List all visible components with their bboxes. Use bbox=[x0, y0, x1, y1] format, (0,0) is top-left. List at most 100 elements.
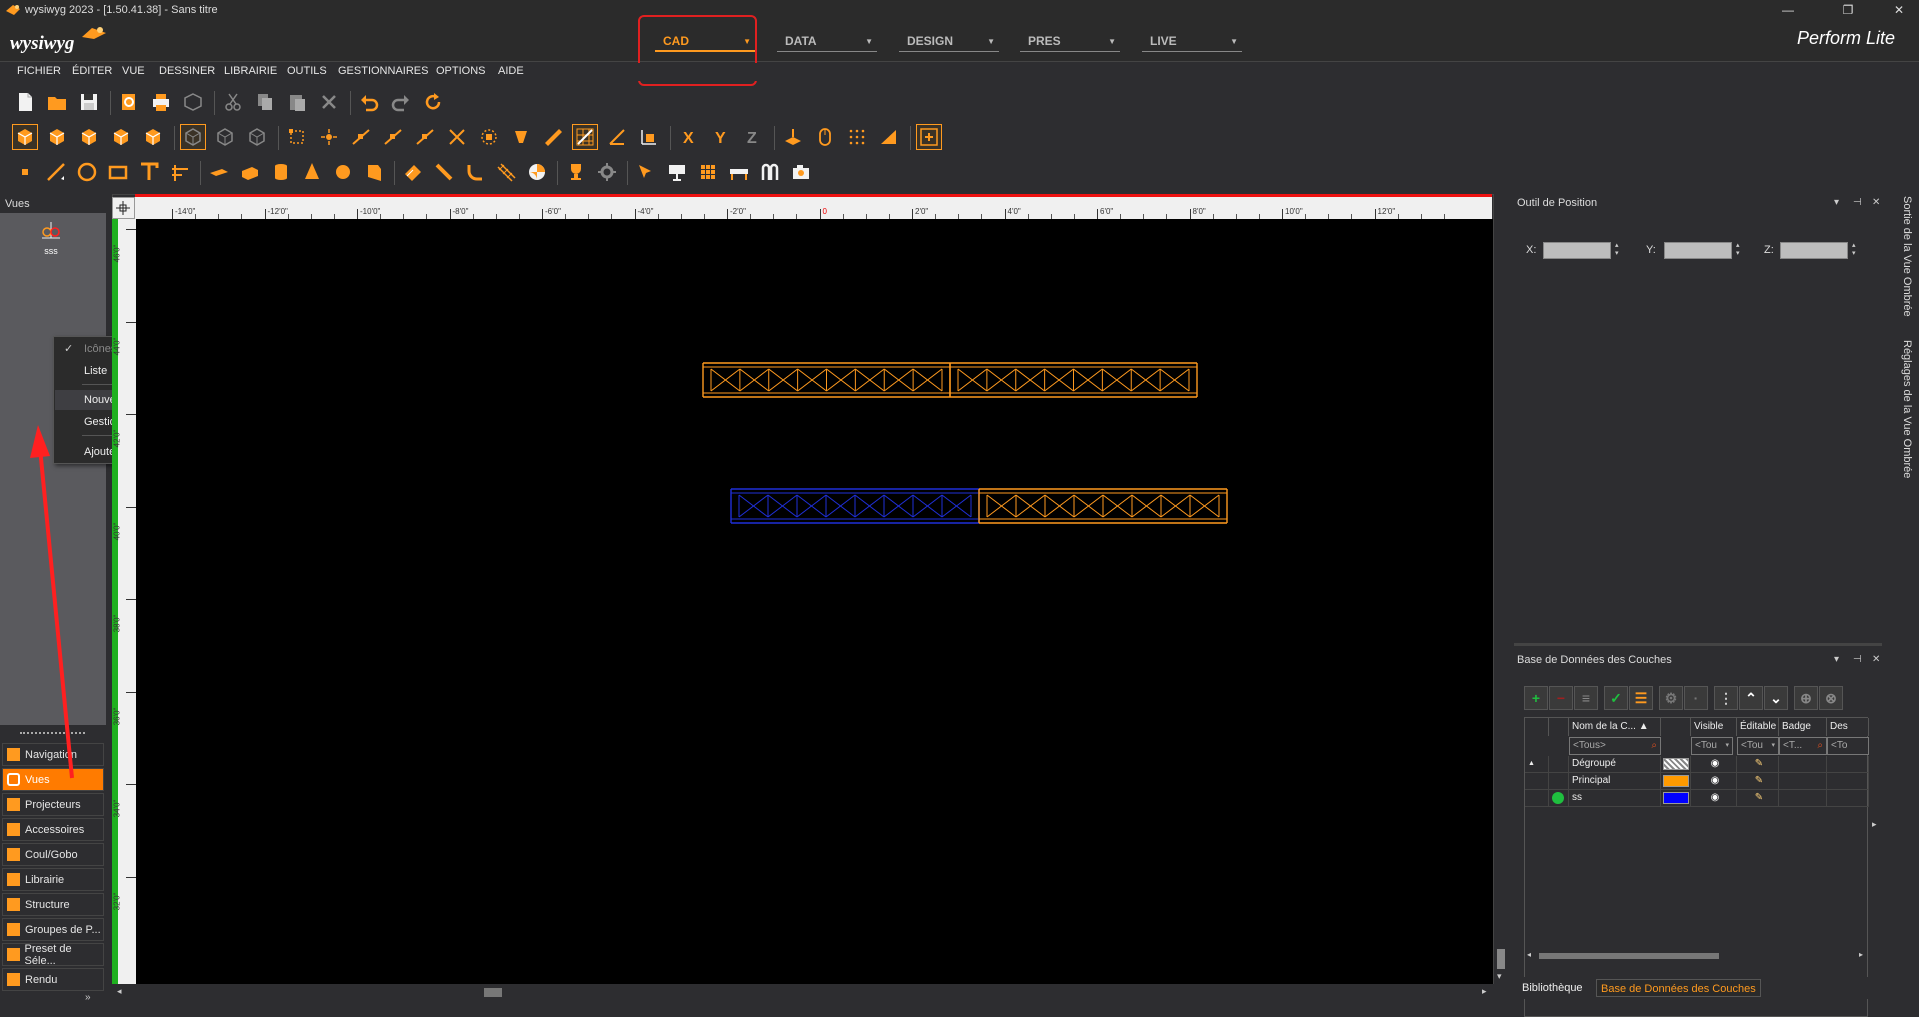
panel-expand-icon[interactable]: ▸ bbox=[1872, 819, 1877, 830]
layer-badge-cell[interactable] bbox=[1779, 773, 1827, 790]
trophy-button[interactable] bbox=[563, 159, 589, 185]
set-current-button[interactable]: ✓ bbox=[1604, 686, 1628, 710]
vscroll-thumb[interactable] bbox=[1497, 949, 1505, 969]
menu-aide[interactable]: AIDE bbox=[498, 65, 524, 77]
current-layer-cell[interactable] bbox=[1549, 756, 1569, 773]
expand-icon[interactable] bbox=[1525, 773, 1549, 790]
snap-corner-button[interactable] bbox=[284, 124, 310, 150]
panel-menu-icon[interactable]: ▾ bbox=[1834, 654, 1839, 665]
nav-accessories[interactable]: Accessoires bbox=[2, 818, 104, 841]
save-button[interactable] bbox=[76, 89, 102, 115]
eraser-button[interactable] bbox=[400, 159, 426, 185]
paste-button[interactable] bbox=[284, 89, 310, 115]
y-input[interactable] bbox=[1664, 242, 1732, 259]
menu-librairie[interactable]: LIBRAIRIE bbox=[224, 65, 277, 77]
rectangle-button[interactable] bbox=[105, 159, 131, 185]
layers-hscroll-thumb[interactable] bbox=[1539, 953, 1719, 959]
filter-name[interactable]: <Tous> ⌕ bbox=[1569, 737, 1661, 755]
truss-button[interactable] bbox=[493, 159, 519, 185]
camera-button[interactable] bbox=[788, 159, 814, 185]
nav-structure[interactable]: Structure bbox=[2, 893, 104, 916]
panel-splitter[interactable] bbox=[1514, 643, 1882, 646]
split-button[interactable]: ⊗ bbox=[1819, 686, 1843, 710]
sphere-button[interactable] bbox=[330, 159, 356, 185]
merge-button[interactable]: ⊕ bbox=[1794, 686, 1818, 710]
x-spinner-icon[interactable]: ▴ ▾ bbox=[1615, 242, 1619, 258]
layer-description-cell[interactable] bbox=[1827, 773, 1869, 790]
current-layer-cell[interactable] bbox=[1549, 773, 1569, 790]
mouse-button[interactable] bbox=[812, 124, 838, 150]
view-cube-side-button[interactable] bbox=[76, 124, 102, 150]
elevation-button[interactable] bbox=[780, 124, 806, 150]
layer-visible-cell[interactable]: ◉ bbox=[1691, 756, 1737, 773]
package-button[interactable] bbox=[180, 89, 206, 115]
redo-button[interactable] bbox=[388, 89, 414, 115]
panel-close-icon[interactable]: ✕ bbox=[1872, 654, 1880, 665]
filter-description[interactable]: <To bbox=[1827, 737, 1869, 755]
layer-editable-cell[interactable]: ✎ bbox=[1737, 756, 1779, 773]
y-spinner-icon[interactable]: ▴ ▾ bbox=[1736, 242, 1740, 258]
layer-row[interactable]: Principal ◉ ✎ bbox=[1525, 773, 1869, 790]
layer-properties-button[interactable]: ≡ bbox=[1574, 686, 1598, 710]
view-item-sss[interactable]: sss bbox=[30, 220, 72, 256]
filter-visible[interactable]: <Tou ▾ bbox=[1691, 737, 1733, 755]
dimension-button[interactable] bbox=[167, 159, 193, 185]
barricade-button[interactable] bbox=[726, 159, 752, 185]
nav-projector[interactable]: Projecteurs bbox=[2, 793, 104, 816]
projector-button[interactable] bbox=[664, 159, 690, 185]
menu-outils[interactable]: OUTILS bbox=[287, 65, 327, 77]
move-down-button[interactable]: ⌄ bbox=[1764, 686, 1788, 710]
pattern-button[interactable] bbox=[695, 159, 721, 185]
snap-end-button[interactable] bbox=[412, 124, 438, 150]
axis-x-button[interactable]: X bbox=[676, 124, 702, 150]
layer-visible-cell[interactable]: ◉ bbox=[1691, 773, 1737, 790]
view-solid-button[interactable] bbox=[244, 124, 270, 150]
arc-button[interactable] bbox=[462, 159, 488, 185]
view-wire-button[interactable] bbox=[212, 124, 238, 150]
print-preview-button[interactable] bbox=[116, 89, 142, 115]
settings-button[interactable]: ⚙ bbox=[1659, 686, 1683, 710]
move-up-button[interactable]: ⌃ bbox=[1739, 686, 1763, 710]
col-header-color[interactable] bbox=[1661, 718, 1691, 736]
cad-canvas[interactable] bbox=[136, 219, 1493, 984]
col-header-editable[interactable]: Éditable bbox=[1737, 718, 1779, 736]
mode-tab-data[interactable]: DATA ▼ bbox=[777, 32, 877, 52]
cut-button[interactable] bbox=[220, 89, 246, 115]
nav-gobo[interactable]: Coul/Gobo bbox=[2, 843, 104, 866]
panel-close-icon[interactable]: ✕ bbox=[1872, 197, 1880, 208]
scroll-right-icon[interactable]: ▸ bbox=[1482, 986, 1487, 997]
nav-expand-icon[interactable]: » bbox=[85, 992, 91, 1003]
expand-icon[interactable] bbox=[1525, 790, 1549, 807]
mode-tab-pres[interactable]: PRES ▼ bbox=[1020, 32, 1120, 52]
expand-list-button[interactable]: ⋮ bbox=[1714, 686, 1738, 710]
axis-y-button[interactable]: Y bbox=[708, 124, 734, 150]
col-header-badge[interactable]: Badge bbox=[1779, 718, 1827, 736]
ruler-corner[interactable] bbox=[112, 197, 135, 219]
new-file-button[interactable] bbox=[12, 89, 38, 115]
layer-color-cell[interactable] bbox=[1661, 790, 1691, 807]
layer-name[interactable]: ss bbox=[1569, 790, 1661, 807]
delete-button[interactable] bbox=[316, 89, 342, 115]
snap-line-button[interactable] bbox=[380, 124, 406, 150]
snap-grid-button[interactable] bbox=[572, 124, 598, 150]
close-button[interactable]: ✕ bbox=[1885, 2, 1913, 18]
layer-name[interactable]: Dégroupé bbox=[1569, 756, 1661, 773]
views-panel[interactable]: sss bbox=[0, 213, 106, 725]
box-button[interactable] bbox=[237, 159, 263, 185]
scroll-left-icon[interactable]: ◂ bbox=[117, 986, 122, 997]
tab-shaded-view-output[interactable]: Sortie de la Vue Ombrée bbox=[1901, 196, 1913, 317]
layer-color-cell[interactable] bbox=[1661, 773, 1691, 790]
menu-dessiner[interactable]: DESSINER bbox=[159, 65, 215, 77]
col-header-name[interactable]: Nom de la C... ▲ bbox=[1569, 718, 1661, 736]
layer-badge-cell[interactable] bbox=[1779, 790, 1827, 807]
menu-options[interactable]: OPTIONS bbox=[436, 65, 486, 77]
copy-button[interactable] bbox=[252, 89, 278, 115]
disabled-button[interactable]: · bbox=[1684, 686, 1708, 710]
wedge-button[interactable] bbox=[361, 159, 387, 185]
scroll-down-icon[interactable]: ▾ bbox=[1497, 971, 1502, 982]
refresh-button[interactable] bbox=[420, 89, 446, 115]
minimize-button[interactable]: — bbox=[1774, 2, 1802, 18]
menu-vue[interactable]: VUE bbox=[122, 65, 145, 77]
panel-pin-icon[interactable]: ⊣ bbox=[1853, 654, 1862, 665]
nav-library[interactable]: Librairie bbox=[2, 868, 104, 891]
